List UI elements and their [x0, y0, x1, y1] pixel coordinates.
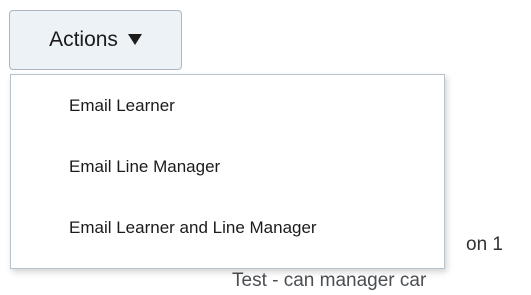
actions-dropdown-menu: Email Learner Email Line Manager Email L…	[10, 74, 445, 269]
actions-button-label: Actions	[49, 28, 118, 51]
menu-item-email-learner[interactable]: Email Learner	[69, 96, 175, 116]
background-title-fragment: Test - can manager car	[232, 270, 427, 291]
actions-dropdown-button[interactable]: Actions	[9, 10, 182, 70]
menu-item-email-line-manager[interactable]: Email Line Manager	[69, 157, 220, 177]
caret-down-icon	[127, 33, 142, 45]
background-text-fragment: on 1	[466, 234, 503, 255]
menu-item-email-learner-and-line-manager[interactable]: Email Learner and Line Manager	[69, 218, 317, 238]
